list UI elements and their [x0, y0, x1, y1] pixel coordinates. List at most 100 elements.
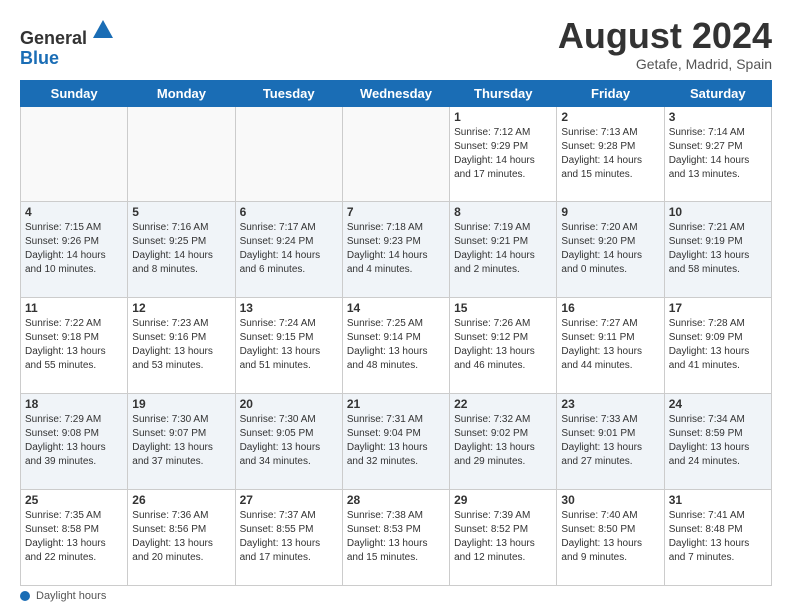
day-info: Sunrise: 7:33 AM Sunset: 9:01 PM Dayligh…	[561, 413, 659, 469]
logo-icon	[89, 16, 117, 44]
calendar-table: Sunday Monday Tuesday Wednesday Thursday…	[20, 80, 772, 586]
table-row: 31 Sunrise: 7:41 AM Sunset: 8:48 PM Dayli…	[664, 490, 771, 586]
day-number: 30	[561, 493, 659, 507]
calendar-week-row: 11Sunrise: 7:22 AM Sunset: 9:18 PM Dayli…	[21, 298, 772, 394]
day-info: Sunrise: 7:14 AM Sunset: 9:27 PM Dayligh…	[669, 126, 767, 182]
day-number: 9	[561, 205, 659, 219]
day-info: Sunrise: 7:27 AM Sunset: 9:11 PM Dayligh…	[561, 317, 659, 373]
table-row: 15Sunrise: 7:26 AM Sunset: 9:12 PM Dayli…	[450, 298, 557, 394]
calendar-header-row: Sunday Monday Tuesday Wednesday Thursday…	[21, 80, 772, 106]
day-number: 6	[240, 205, 338, 219]
day-number: 3	[669, 110, 767, 124]
footer-dot	[20, 591, 30, 601]
calendar-week-row: 18 Sunrise: 7:29 AM Sunset: 9:08 PM Dayli…	[21, 394, 772, 490]
day-number: 22	[454, 397, 552, 411]
table-row: 20Sunrise: 7:30 AM Sunset: 9:05 PM Dayli…	[235, 394, 342, 490]
day-number: 31	[669, 493, 767, 507]
col-thursday: Thursday	[450, 80, 557, 106]
table-row: 14 Sunrise: 7:25 AM Sunset: 9:14 PM Dayli…	[342, 298, 449, 394]
day-number: 12	[132, 301, 230, 315]
table-row: 30Sunrise: 7:40 AM Sunset: 8:50 PM Dayli…	[557, 490, 664, 586]
day-number: 10	[669, 205, 767, 219]
day-info: Sunrise: 7:16 AM Sunset: 9:25 PM Dayligh…	[132, 221, 230, 277]
table-row: 16Sunrise: 7:27 AM Sunset: 9:11 PM Dayli…	[557, 298, 664, 394]
day-number: 21	[347, 397, 445, 411]
col-sunday: Sunday	[21, 80, 128, 106]
day-info: Sunrise: 7:31 AM Sunset: 9:04 PM Dayligh…	[347, 413, 445, 469]
day-info: Sunrise: 7:13 AM Sunset: 9:28 PM Dayligh…	[561, 126, 659, 182]
table-row	[342, 106, 449, 202]
page: General Blue August 2024 Getafe, Madrid,…	[0, 0, 792, 612]
table-row: 12 Sunrise: 7:23 AM Sunset: 9:16 PM Dayli…	[128, 298, 235, 394]
table-row	[21, 106, 128, 202]
table-row: 18 Sunrise: 7:29 AM Sunset: 9:08 PM Dayli…	[21, 394, 128, 490]
day-number: 2	[561, 110, 659, 124]
table-row: 1 Sunrise: 7:12 AM Sunset: 9:29 PM Daylig…	[450, 106, 557, 202]
day-info: Sunrise: 7:34 AM Sunset: 8:59 PM Dayligh…	[669, 413, 767, 469]
header: General Blue August 2024 Getafe, Madrid,…	[20, 16, 772, 72]
day-info: Sunrise: 7:18 AM Sunset: 9:23 PM Dayligh…	[347, 221, 445, 277]
table-row: 6Sunrise: 7:17 AM Sunset: 9:24 PM Daylig…	[235, 202, 342, 298]
table-row	[128, 106, 235, 202]
month-title: August 2024	[558, 16, 772, 56]
day-number: 1	[454, 110, 552, 124]
table-row: 21 Sunrise: 7:31 AM Sunset: 9:04 PM Dayli…	[342, 394, 449, 490]
day-info: Sunrise: 7:15 AM Sunset: 9:26 PM Dayligh…	[25, 221, 123, 277]
logo-general-text: General	[20, 28, 87, 48]
calendar-week-row: 1 Sunrise: 7:12 AM Sunset: 9:29 PM Daylig…	[21, 106, 772, 202]
day-number: 14	[347, 301, 445, 315]
day-number: 26	[132, 493, 230, 507]
day-info: Sunrise: 7:30 AM Sunset: 9:07 PM Dayligh…	[132, 413, 230, 469]
day-info: Sunrise: 7:36 AM Sunset: 8:56 PM Dayligh…	[132, 509, 230, 565]
table-row: 4 Sunrise: 7:15 AM Sunset: 9:26 PM Daylig…	[21, 202, 128, 298]
day-number: 15	[454, 301, 552, 315]
table-row: 11Sunrise: 7:22 AM Sunset: 9:18 PM Dayli…	[21, 298, 128, 394]
day-info: Sunrise: 7:29 AM Sunset: 9:08 PM Dayligh…	[25, 413, 123, 469]
table-row: 24 Sunrise: 7:34 AM Sunset: 8:59 PM Dayli…	[664, 394, 771, 490]
day-number: 7	[347, 205, 445, 219]
day-number: 24	[669, 397, 767, 411]
day-info: Sunrise: 7:20 AM Sunset: 9:20 PM Dayligh…	[561, 221, 659, 277]
table-row: 19 Sunrise: 7:30 AM Sunset: 9:07 PM Dayli…	[128, 394, 235, 490]
table-row: 29Sunrise: 7:39 AM Sunset: 8:52 PM Dayli…	[450, 490, 557, 586]
day-number: 4	[25, 205, 123, 219]
table-row: 5 Sunrise: 7:16 AM Sunset: 9:25 PM Daylig…	[128, 202, 235, 298]
col-saturday: Saturday	[664, 80, 771, 106]
day-info: Sunrise: 7:24 AM Sunset: 9:15 PM Dayligh…	[240, 317, 338, 373]
day-info: Sunrise: 7:23 AM Sunset: 9:16 PM Dayligh…	[132, 317, 230, 373]
day-number: 23	[561, 397, 659, 411]
col-friday: Friday	[557, 80, 664, 106]
day-number: 19	[132, 397, 230, 411]
calendar-week-row: 4 Sunrise: 7:15 AM Sunset: 9:26 PM Daylig…	[21, 202, 772, 298]
table-row	[235, 106, 342, 202]
day-info: Sunrise: 7:37 AM Sunset: 8:55 PM Dayligh…	[240, 509, 338, 565]
location: Getafe, Madrid, Spain	[558, 56, 772, 72]
table-row: 9 Sunrise: 7:20 AM Sunset: 9:20 PM Daylig…	[557, 202, 664, 298]
day-number: 5	[132, 205, 230, 219]
day-info: Sunrise: 7:41 AM Sunset: 8:48 PM Dayligh…	[669, 509, 767, 565]
table-row: 27 Sunrise: 7:37 AM Sunset: 8:55 PM Dayli…	[235, 490, 342, 586]
day-number: 28	[347, 493, 445, 507]
table-row: 13Sunrise: 7:24 AM Sunset: 9:15 PM Dayli…	[235, 298, 342, 394]
day-number: 27	[240, 493, 338, 507]
day-number: 29	[454, 493, 552, 507]
table-row: 25Sunrise: 7:35 AM Sunset: 8:58 PM Dayli…	[21, 490, 128, 586]
day-number: 11	[25, 301, 123, 315]
table-row: 26 Sunrise: 7:36 AM Sunset: 8:56 PM Dayli…	[128, 490, 235, 586]
table-row: 22 Sunrise: 7:32 AM Sunset: 9:02 PM Dayli…	[450, 394, 557, 490]
day-info: Sunrise: 7:25 AM Sunset: 9:14 PM Dayligh…	[347, 317, 445, 373]
logo-blue-text: Blue	[20, 48, 59, 68]
day-info: Sunrise: 7:28 AM Sunset: 9:09 PM Dayligh…	[669, 317, 767, 373]
day-number: 8	[454, 205, 552, 219]
day-info: Sunrise: 7:12 AM Sunset: 9:29 PM Dayligh…	[454, 126, 552, 182]
day-info: Sunrise: 7:21 AM Sunset: 9:19 PM Dayligh…	[669, 221, 767, 277]
table-row: 2 Sunrise: 7:13 AM Sunset: 9:28 PM Daylig…	[557, 106, 664, 202]
day-info: Sunrise: 7:30 AM Sunset: 9:05 PM Dayligh…	[240, 413, 338, 469]
day-info: Sunrise: 7:32 AM Sunset: 9:02 PM Dayligh…	[454, 413, 552, 469]
col-wednesday: Wednesday	[342, 80, 449, 106]
title-block: August 2024 Getafe, Madrid, Spain	[558, 16, 772, 72]
day-number: 18	[25, 397, 123, 411]
table-row: 23 Sunrise: 7:33 AM Sunset: 9:01 PM Dayli…	[557, 394, 664, 490]
logo: General Blue	[20, 16, 117, 69]
day-number: 25	[25, 493, 123, 507]
